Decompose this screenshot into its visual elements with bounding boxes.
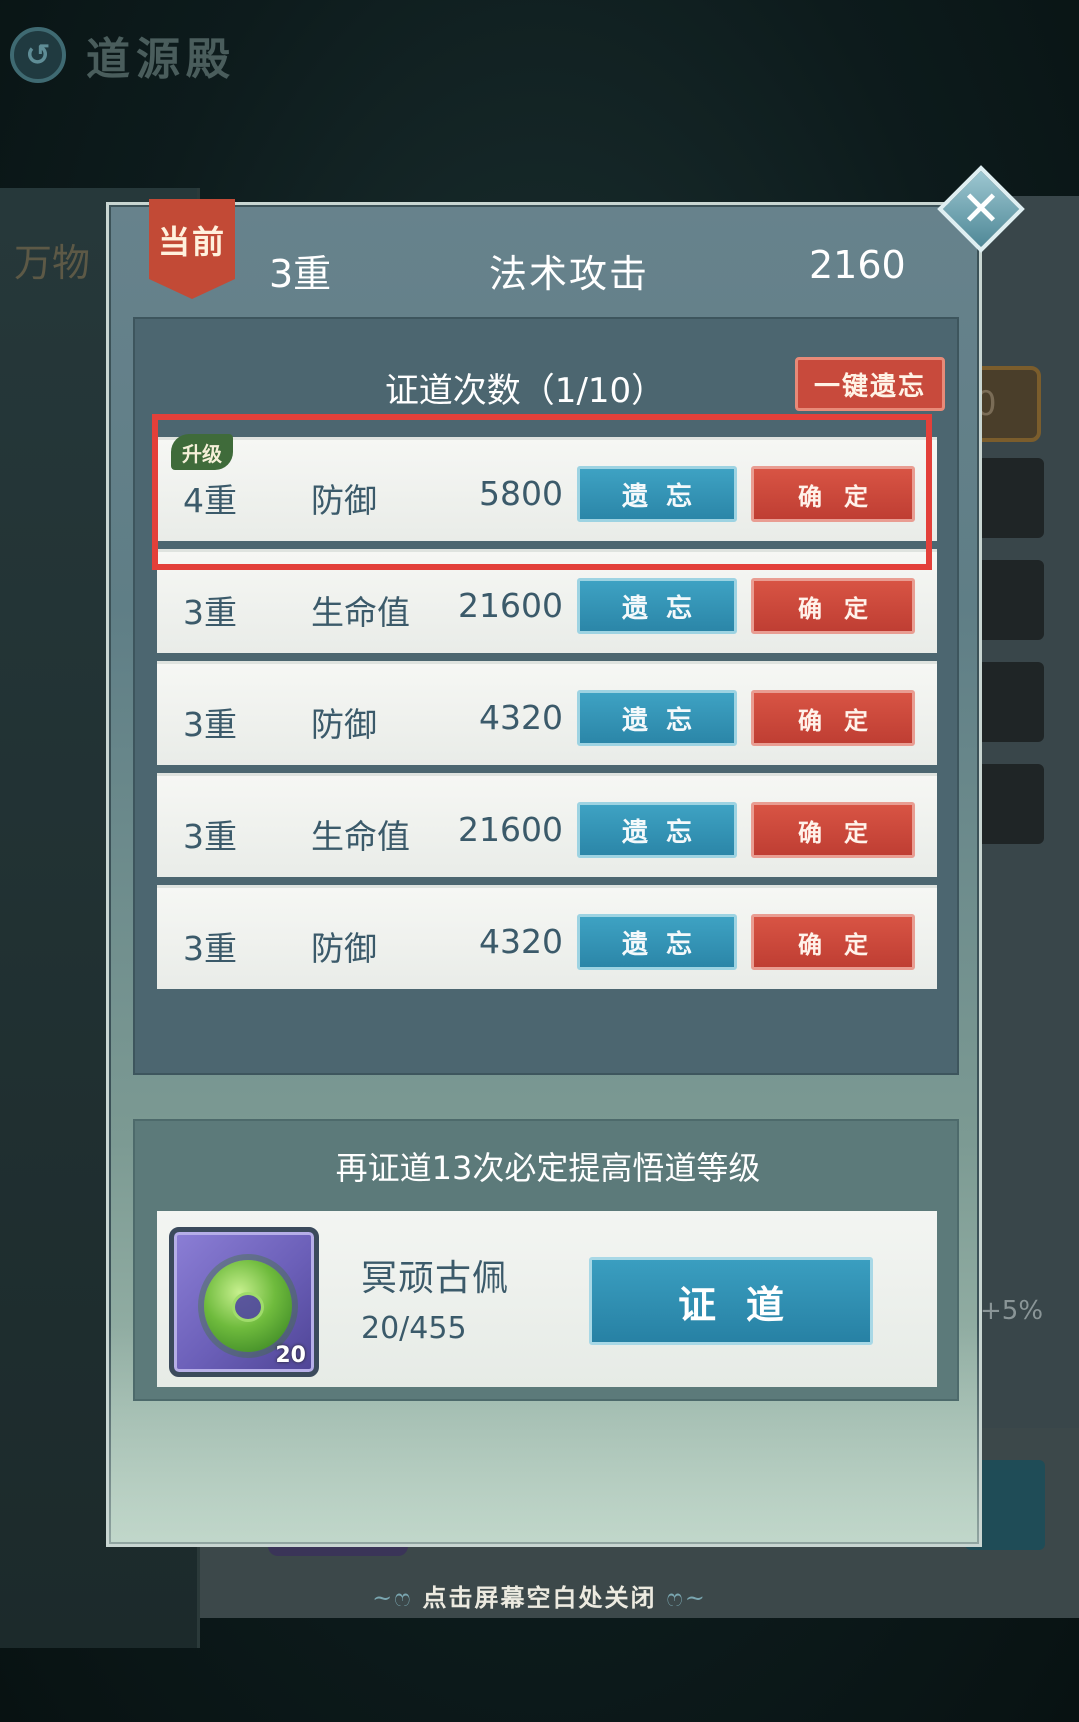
item-count-badge: 20	[275, 1343, 306, 1368]
back-arrow-icon[interactable]: ↺	[10, 27, 66, 83]
current-level: 3重	[269, 252, 332, 296]
swirl-right-icon: ෆ~	[666, 1584, 707, 1612]
forget-button[interactable]: 遗忘	[577, 914, 737, 970]
background-left-tab: 万物	[14, 241, 91, 285]
item-row: 20 冥顽古佩 20/455 证道	[157, 1211, 937, 1387]
option-value: 21600	[458, 586, 563, 625]
top-bar: ↺ 道源殿	[0, 0, 1079, 110]
option-level: 3重	[183, 593, 237, 632]
option-value: 4320	[479, 922, 563, 961]
option-stat: 生命值	[311, 593, 410, 632]
option-value: 21600	[458, 810, 563, 849]
option-level: 3重	[183, 929, 237, 968]
forget-all-button[interactable]: 一键遗忘	[795, 357, 945, 411]
option-value: 4320	[479, 698, 563, 737]
item-name: 冥顽古佩	[361, 1258, 510, 1299]
confirm-button[interactable]: 确定	[751, 802, 915, 858]
current-tag: 当前	[149, 199, 235, 299]
current-value: 2160	[809, 243, 906, 287]
upgrade-badge: 升级	[171, 434, 233, 470]
jade-hole-shape	[232, 1292, 264, 1322]
option-level: 3重	[183, 705, 237, 744]
option-stat: 防御	[311, 481, 377, 520]
option-level: 3重	[183, 817, 237, 856]
option-row: 3重 防御 4320 遗忘 确定	[157, 885, 937, 989]
current-stat: 法术攻击	[489, 252, 650, 296]
option-row: 3重 生命值 21600 遗忘 确定	[157, 773, 937, 877]
forget-button[interactable]: 遗忘	[577, 690, 737, 746]
forget-button[interactable]: 遗忘	[577, 802, 737, 858]
close-x-icon: ✕	[960, 181, 1002, 237]
swirl-left-icon: ~ෆ	[372, 1584, 413, 1612]
forget-button[interactable]: 遗忘	[577, 578, 737, 634]
verify-panel: 再证道13次必定提高悟道等级 20 冥顽古佩 20/455 证道	[133, 1119, 959, 1401]
option-row: 3重 生命值 21600 遗忘 确定	[157, 549, 937, 653]
close-hint[interactable]: ~ෆ 点击屏幕空白处关闭 ෆ~	[0, 1578, 1079, 1613]
close-hint-text: 点击屏幕空白处关闭	[422, 1583, 657, 1612]
guarantee-hint: 再证道13次必定提高悟道等级	[335, 1149, 761, 1187]
option-stat: 防御	[311, 705, 377, 744]
forget-button[interactable]: 遗忘	[577, 466, 737, 522]
confirm-button[interactable]: 确定	[751, 914, 915, 970]
confirm-button[interactable]: 确定	[751, 690, 915, 746]
background-right-percent: +5%	[980, 1296, 1044, 1326]
page-title: 道源殿	[86, 34, 236, 85]
item-progress: 20/455	[361, 1311, 467, 1346]
options-panel: 证道次数（1/10） 一键遗忘 升级 4重 防御 5800 遗忘 确定 3重 生…	[133, 317, 959, 1075]
verify-button[interactable]: 证道	[589, 1257, 873, 1345]
jade-pendant-icon: 20	[169, 1227, 319, 1377]
confirm-button[interactable]: 确定	[751, 466, 915, 522]
verify-dao-modal: 当前 3重 法术攻击 2160 ✕ 证道次数（1/10） 一键遗忘 升级 4重 …	[106, 165, 1025, 1547]
close-button[interactable]: ✕	[937, 165, 1025, 253]
option-stat: 防御	[311, 929, 377, 968]
option-row: 升级 4重 防御 5800 遗忘 确定	[157, 434, 937, 541]
option-level: 4重	[183, 481, 237, 520]
option-stat: 生命值	[311, 817, 410, 856]
confirm-button[interactable]: 确定	[751, 578, 915, 634]
option-row: 3重 防御 4320 遗忘 确定	[157, 661, 937, 765]
option-value: 5800	[479, 474, 563, 513]
